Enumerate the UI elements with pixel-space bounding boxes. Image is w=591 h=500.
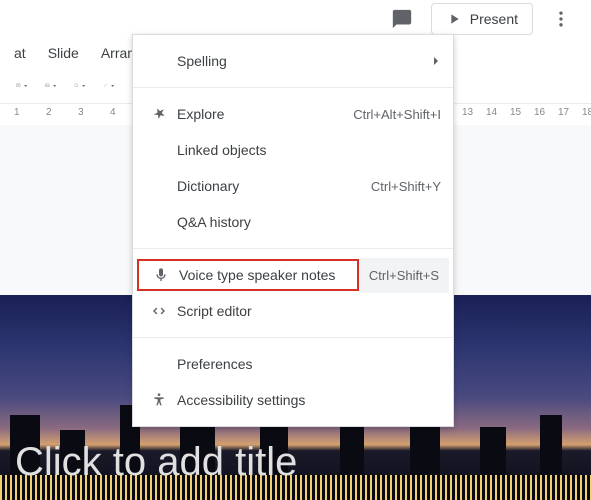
menu-slide[interactable]: Slide (38, 41, 89, 65)
dropdown-linked-objects[interactable]: Linked objects (133, 132, 453, 168)
tool-line[interactable] (103, 82, 114, 90)
comment-icon[interactable] (391, 8, 413, 30)
dropdown-spelling[interactable]: Spelling (133, 43, 453, 79)
title-placeholder[interactable]: Click to add title (15, 440, 297, 485)
tool-shape[interactable] (74, 82, 85, 90)
dropdown-accessibility[interactable]: Accessibility settings (133, 382, 453, 418)
dropdown-script-editor[interactable]: Script editor (133, 293, 453, 329)
separator (133, 248, 453, 249)
mic-icon (147, 267, 175, 283)
tools-dropdown: Spelling Explore Ctrl+Alt+Shift+I Linked… (132, 34, 454, 427)
tool-textbox[interactable] (16, 82, 27, 90)
dropdown-qa-history[interactable]: Q&A history (133, 204, 453, 240)
dropdown-explore[interactable]: Explore Ctrl+Alt+Shift+I (133, 96, 453, 132)
dropdown-preferences[interactable]: Preferences (133, 346, 453, 382)
code-icon (145, 303, 173, 319)
separator (133, 337, 453, 338)
present-button[interactable]: Present (431, 3, 533, 35)
explore-icon (145, 106, 173, 122)
separator (133, 87, 453, 88)
top-action-bar: Present (0, 0, 591, 38)
tool-image[interactable] (45, 82, 56, 90)
play-icon (446, 11, 462, 27)
more-icon[interactable] (551, 9, 571, 29)
present-label: Present (470, 11, 518, 27)
dropdown-dictionary[interactable]: Dictionary Ctrl+Shift+Y (133, 168, 453, 204)
dropdown-voice-type[interactable]: Voice type speaker notes Ctrl+Shift+S (137, 257, 449, 293)
chevron-right-icon (431, 56, 441, 66)
accessibility-icon (145, 392, 173, 408)
menu-at[interactable]: at (4, 41, 36, 65)
